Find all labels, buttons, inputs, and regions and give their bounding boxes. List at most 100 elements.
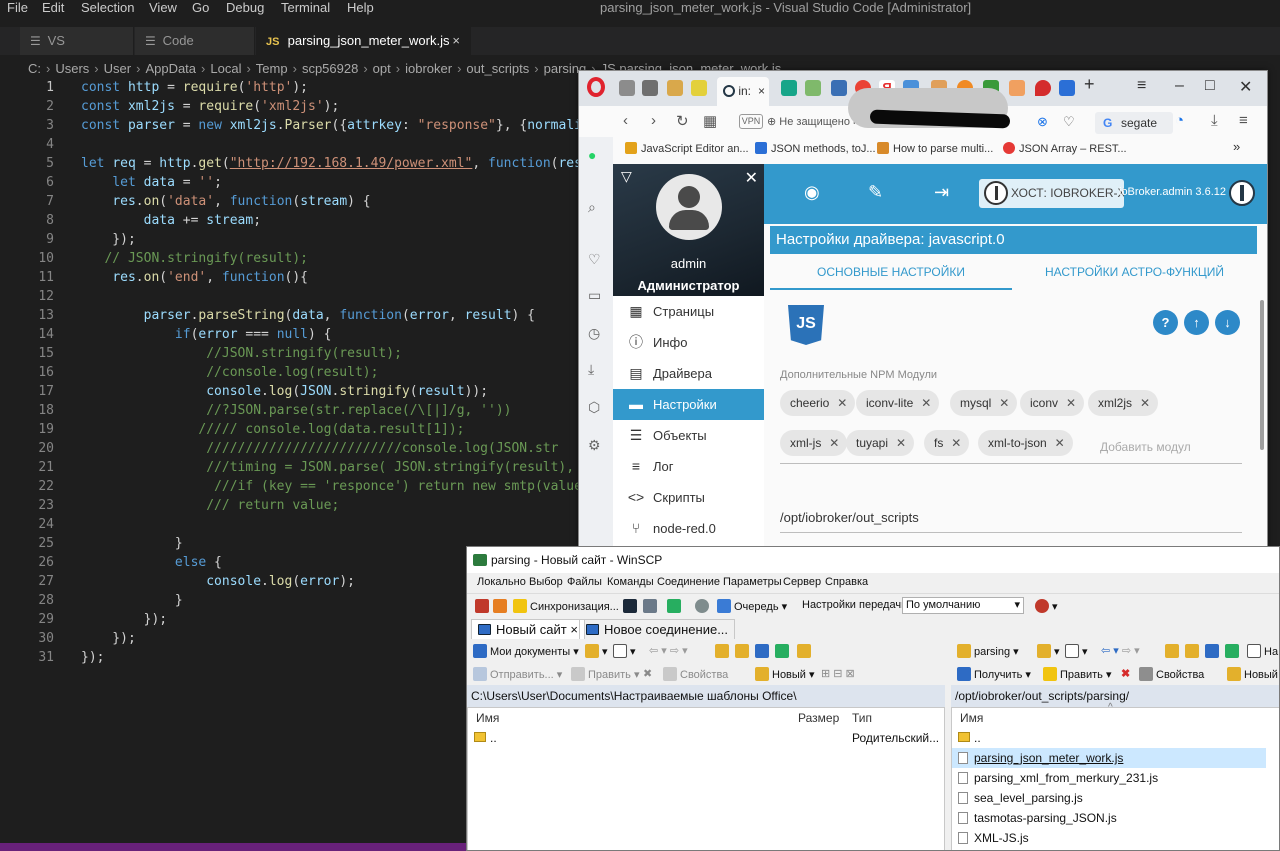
send-button[interactable]: Отправить... ▾ <box>473 667 562 681</box>
menu-debug[interactable]: Debug <box>226 0 264 16</box>
close-icon[interactable]: ✕ <box>745 168 758 188</box>
transfer-mode-select[interactable]: По умолчанию ▾ <box>902 597 1024 614</box>
preferences-icon[interactable] <box>695 599 712 613</box>
help-button[interactable]: ? <box>1153 310 1178 335</box>
code-line[interactable]: 3 const parser = new xml2js.Parser({attrk… <box>0 116 582 135</box>
gear-icon[interactable]: ⚙ <box>588 437 601 454</box>
refresh-icon[interactable] <box>775 644 792 658</box>
page-tab-icon[interactable] <box>1059 80 1075 96</box>
code-line[interactable]: 27 console.log(error); <box>0 572 355 591</box>
back-icon[interactable]: ‹ <box>623 112 628 129</box>
col-name[interactable]: Имя <box>472 708 499 728</box>
remove-chip-icon[interactable]: ✕ <box>921 390 931 416</box>
code-line[interactable]: 29 }); <box>0 610 167 629</box>
nav-item-info[interactable]: ⓘ Инфо <box>613 327 764 358</box>
code-line[interactable]: 4 <box>0 135 54 154</box>
code-line[interactable]: 28 } <box>0 591 182 610</box>
parent-dir-icon[interactable] <box>715 644 732 658</box>
remove-chip-icon[interactable]: ✕ <box>999 390 1009 416</box>
menu-file[interactable]: File <box>7 0 28 16</box>
new-tab-icon[interactable]: + <box>1084 74 1095 95</box>
snapshot-icon[interactable]: ▭ <box>588 287 601 304</box>
local-file-list[interactable]: Имя Размер Тип .. Родительский... <box>467 707 945 850</box>
add-module-input[interactable]: Добавить модул <box>1100 440 1191 454</box>
menu-item[interactable]: Соединение <box>657 576 720 588</box>
nav-item-settings[interactable]: ▬ Настройки <box>613 389 764 420</box>
nav-item-code[interactable]: <> Скрипты <box>613 482 764 513</box>
queue-button[interactable]: Очередь ▾ <box>717 599 787 613</box>
reload-icon[interactable]: ↻ <box>676 112 689 130</box>
remove-chip-icon[interactable]: ✕ <box>837 390 847 416</box>
login-icon[interactable]: ⇥ <box>934 182 949 203</box>
minimize-icon[interactable]: – <box>1175 77 1184 95</box>
home-icon[interactable] <box>755 644 772 658</box>
nav-item-grid[interactable]: ▦ Страницы <box>613 296 764 327</box>
bookmark-item[interactable]: How to parse multi... <box>877 142 993 155</box>
npm-module-chip[interactable]: xml-js ✕ <box>780 430 848 456</box>
select-icons[interactable]: ⊞ ⊟ ⊠ <box>821 667 855 680</box>
breadcrumb-item[interactable]: C: <box>28 61 41 76</box>
adblock-icon[interactable]: ⊗ <box>1037 114 1048 130</box>
remove-chip-icon[interactable]: ✕ <box>1066 390 1076 416</box>
code-line[interactable]: 31}); <box>0 648 104 667</box>
breadcrumb-item[interactable]: scp56928 <box>302 61 358 76</box>
search-icon[interactable]: ⌕ <box>588 199 596 216</box>
table-row[interactable]: parsing_xml_from_merkury_231.js <box>952 768 1266 788</box>
npm-module-chip[interactable]: iconv ✕ <box>1020 390 1085 416</box>
eye-icon[interactable]: ◉ <box>804 182 820 203</box>
close-icon[interactable]: × <box>570 622 578 637</box>
code-line[interactable]: 18 //?JSON.parse(str.replace(/\[|]/g, ''… <box>0 401 511 420</box>
more-bookmarks[interactable]: » <box>1233 139 1240 154</box>
compare-icon[interactable] <box>493 599 510 613</box>
code-line[interactable]: 17 console.log(JSON.stringify(result)); <box>0 382 488 401</box>
receive-button[interactable]: Получить ▾ <box>957 667 1031 681</box>
root-dir-icon[interactable] <box>735 644 752 658</box>
menu-help[interactable]: Help <box>347 0 374 16</box>
code-line[interactable]: 20 /////////////////////////console.log(… <box>0 439 558 458</box>
code-line[interactable]: 30 }); <box>0 629 135 648</box>
code-line[interactable]: 8 data += stream; <box>0 211 261 230</box>
npm-module-chip[interactable]: xml2js ✕ <box>1088 390 1159 416</box>
menu-icon[interactable]: ≡ <box>1239 112 1248 129</box>
breadcrumb-item[interactable]: Temp <box>256 61 288 76</box>
menu-item[interactable]: Сервер <box>783 576 821 588</box>
not-secure-label[interactable]: ⊕ Не защищено <box>767 115 850 128</box>
home-icon[interactable] <box>1205 644 1222 658</box>
edit-button[interactable]: Править ▾ <box>1043 667 1111 681</box>
npm-module-chip[interactable]: cheerio ✕ <box>780 390 856 416</box>
open-dir-icon[interactable]: ▾ <box>1037 644 1060 658</box>
code-line[interactable]: 12 <box>0 287 54 306</box>
breadcrumb-item[interactable]: Local <box>210 61 241 76</box>
nav-item-store[interactable]: ▤ Драйвера <box>613 358 764 389</box>
remove-chip-icon[interactable]: ✕ <box>829 430 839 456</box>
open-dir-icon[interactable]: ▾ <box>585 644 608 658</box>
remove-chip-icon[interactable]: ✕ <box>1055 430 1065 456</box>
bookmark-item[interactable]: JSON Array – REST... <box>1003 142 1127 155</box>
code-line[interactable]: 14 if(error === null) { <box>0 325 331 344</box>
forward-icon[interactable]: › <box>651 112 656 129</box>
search-box[interactable]: G segate <box>1095 112 1173 134</box>
table-row[interactable]: XML-JS.js <box>952 828 1266 848</box>
remove-chip-icon[interactable]: ✕ <box>896 430 906 456</box>
whatsapp-icon[interactable]: ● <box>588 147 596 163</box>
local-panel-icon[interactable] <box>475 599 492 613</box>
opera-logo-icon[interactable] <box>587 77 605 97</box>
close-icon[interactable]: × <box>452 27 460 55</box>
page-tab-icon[interactable] <box>619 80 635 96</box>
bookmark-item[interactable]: JavaScript Editor an... <box>625 142 749 155</box>
heart-icon[interactable]: ♡ <box>588 251 601 268</box>
filter-icon[interactable]: ▽ <box>621 168 632 185</box>
breadcrumb-item[interactable]: out_scripts <box>466 61 529 76</box>
page-tab-icon[interactable] <box>642 80 658 96</box>
code-line[interactable]: 7 res.on('data', function(stream) { <box>0 192 370 211</box>
tab-main-settings[interactable]: ОСНОВНЫЕ НАСТРОЙКИ <box>770 254 1012 290</box>
page-tab-icon[interactable] <box>805 80 821 96</box>
col-type[interactable]: Тип <box>848 708 872 728</box>
find-icon[interactable]: Ha <box>1247 644 1278 658</box>
refresh-icon[interactable] <box>1225 644 1242 658</box>
upload-button[interactable]: ↑ <box>1184 310 1209 335</box>
breadcrumb-item[interactable]: Users <box>55 61 89 76</box>
history-icon[interactable]: ◷ <box>588 325 600 342</box>
npm-module-chip[interactable]: xml-to-json ✕ <box>978 430 1073 456</box>
tab-vs[interactable]: ☰ VS <box>20 27 134 55</box>
